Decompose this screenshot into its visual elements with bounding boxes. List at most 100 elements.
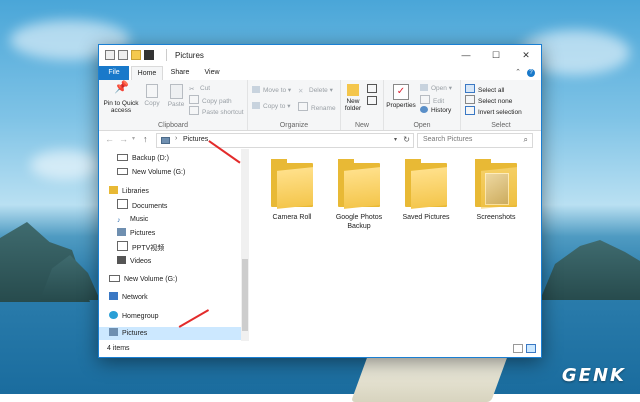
back-icon[interactable]: ← (105, 134, 114, 144)
history-icon (420, 106, 428, 113)
address-dropdown-icon[interactable]: ▾ (394, 136, 397, 143)
nav-item-music[interactable]: ♪ Music (117, 213, 148, 226)
item-count: 4 items (107, 345, 130, 352)
delete-label: Delete (309, 87, 328, 94)
nav-item-videos[interactable]: Videos (117, 255, 151, 268)
nav-item-backup-d[interactable]: Backup (D:) (117, 152, 169, 165)
paste-icon (169, 84, 183, 99)
forward-icon[interactable]: → (119, 134, 128, 144)
select-none-icon (465, 95, 475, 104)
help-icon[interactable]: ? (527, 69, 535, 77)
paste-shortcut-button[interactable]: Paste shortcut (189, 106, 244, 116)
recent-locations-icon[interactable]: ▾ (132, 135, 135, 142)
nav-item-network[interactable]: Network (109, 291, 148, 304)
explorer-icon[interactable] (105, 50, 115, 60)
maximize-button[interactable]: ☐ (481, 45, 511, 66)
drive-icon (109, 275, 120, 282)
scrollbar-thumb[interactable] (242, 259, 248, 331)
copy-path-button[interactable]: Copy path (189, 95, 232, 105)
new-item-button[interactable] (367, 84, 380, 94)
minimize-ribbon-icon[interactable]: ⌃ (511, 66, 525, 80)
videos-icon (117, 256, 126, 264)
nav-item-label: Homegroup (122, 313, 159, 320)
nav-item-label: Pictures (122, 330, 148, 337)
documents-icon (117, 199, 128, 209)
refresh-icon[interactable]: ↻ (403, 135, 410, 144)
nav-item-pictures[interactable]: Pictures (117, 227, 155, 240)
move-to-button[interactable]: Move to ▾ (252, 86, 291, 96)
tab-share[interactable]: Share (165, 66, 195, 80)
folder-tile-google-photos-backup[interactable]: Google Photos Backup (326, 159, 392, 231)
new-folder-label: New folder (344, 98, 362, 112)
address-bar-row: ← → ▾ ↑ › Pictures ▾ ↻ Search Pictures ⌕ (99, 131, 541, 149)
breadcrumb-pictures[interactable]: Pictures (183, 136, 208, 143)
move-to-label: Move to (263, 87, 287, 94)
copy-path-label: Copy path (202, 98, 232, 105)
new-folder-qat-icon[interactable] (131, 50, 141, 60)
up-icon[interactable]: ↑ (143, 134, 148, 144)
close-button[interactable]: ✕ (511, 45, 541, 66)
invert-selection-label: Invert selection (478, 109, 522, 116)
details-view-icon[interactable] (513, 344, 523, 353)
nav-item-documents[interactable]: Documents (117, 199, 167, 212)
folder-tile-camera-roll[interactable]: Camera Roll (259, 159, 325, 222)
select-group-label: Select (491, 122, 511, 129)
copy-label: Copy (144, 100, 160, 107)
nav-item-label: Libraries (122, 188, 149, 195)
nav-item-pptv[interactable]: PPTV视频 (117, 241, 164, 254)
minimize-button[interactable]: — (451, 45, 481, 66)
properties-button[interactable]: ✓ Properties (386, 84, 416, 109)
boat-image (350, 352, 510, 402)
nav-item-new-volume-g-2[interactable]: New Volume (G:) (109, 273, 177, 286)
rename-button[interactable]: Rename (298, 102, 336, 112)
open-button[interactable]: Open ▾ (420, 84, 452, 94)
search-box[interactable]: Search Pictures ⌕ (417, 133, 533, 148)
genk-logo: GENK (561, 365, 626, 386)
nav-item-libraries[interactable]: Libraries (109, 185, 149, 198)
status-bar: 4 items (99, 341, 541, 357)
invert-selection-button[interactable]: Invert selection (465, 106, 522, 116)
select-all-button[interactable]: Select all (465, 84, 504, 94)
homegroup-icon (109, 311, 118, 319)
nav-item-label: Pictures (130, 230, 156, 237)
folder-icon (405, 159, 447, 209)
pin-quick-access-button[interactable]: 📌 Pin to Quick access (101, 81, 141, 114)
pictures-icon (117, 228, 126, 236)
select-all-label: Select all (478, 87, 505, 94)
paste-button[interactable]: Paste (165, 84, 187, 108)
nav-item-label: New Volume (G:) (132, 169, 186, 176)
move-to-icon (252, 86, 260, 93)
copy-to-button[interactable]: Copy to ▾ (252, 102, 290, 112)
copy-button[interactable]: Copy (143, 84, 161, 107)
tab-view[interactable]: View (197, 66, 227, 80)
edit-button[interactable]: Edit (420, 95, 444, 105)
folder-label: Saved Pictures (402, 214, 450, 221)
breadcrumb-separator-icon[interactable]: › (175, 135, 177, 142)
history-label: History (431, 107, 452, 114)
address-box[interactable]: › Pictures ▾ ↻ (156, 133, 414, 148)
nav-item-label: New Volume (G:) (124, 276, 178, 283)
folder-tile-screenshots[interactable]: Screenshots (463, 159, 529, 222)
network-icon (109, 292, 118, 300)
select-none-label: Select none (478, 98, 513, 105)
properties-qat-icon[interactable] (118, 50, 128, 60)
large-icons-view-icon[interactable] (526, 344, 536, 353)
nav-item-new-volume-g[interactable]: New Volume (G:) (117, 166, 185, 179)
tab-file[interactable]: File (99, 66, 129, 80)
easy-access-button[interactable] (367, 96, 380, 106)
new-folder-button[interactable]: New folder (343, 84, 363, 112)
nav-item-homegroup[interactable]: Homegroup (109, 310, 159, 323)
delete-button[interactable]: ✕ Delete ▾ (298, 86, 333, 96)
nav-item-pictures-selected[interactable]: Pictures (99, 327, 241, 340)
customize-qat-icon[interactable] (144, 50, 154, 60)
paste-shortcut-icon (189, 106, 199, 115)
cut-button[interactable]: ✂ Cut (189, 84, 210, 94)
easy-access-icon (367, 96, 377, 105)
new-folder-icon (347, 84, 359, 96)
history-button[interactable]: History (420, 106, 451, 116)
folder-tile-saved-pictures[interactable]: Saved Pictures (393, 159, 459, 222)
paste-label: Paste (167, 101, 185, 108)
file-list: Camera Roll Google Photos Backup Saved P… (249, 149, 541, 341)
navigation-scrollbar[interactable] (241, 149, 249, 341)
select-none-button[interactable]: Select none (465, 95, 512, 105)
